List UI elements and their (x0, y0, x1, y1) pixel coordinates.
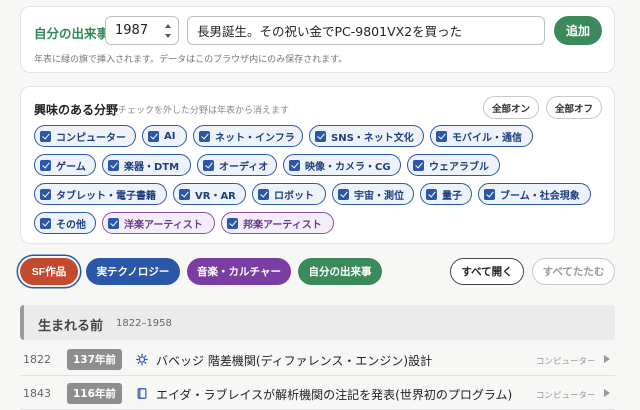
category-personal-button[interactable]: 自分の出来事 (298, 258, 382, 285)
event-form-label: 自分の出来事 (34, 26, 110, 41)
checkbox-icon[interactable] (315, 130, 326, 142)
interest-chip-game[interactable]: ゲーム (34, 154, 96, 176)
row-years-ago-badge: 137年前 (67, 349, 122, 370)
interests-card: 興味のある分野 チェックを外した分野は年表から消えます 全部オン 全部オフ コン… (20, 86, 615, 244)
interest-chip-label: SNS・ネット文化 (331, 132, 414, 144)
checkbox-icon[interactable] (289, 159, 300, 171)
interest-chip-label: ネット・インフラ (215, 132, 295, 144)
checkbox-icon[interactable] (179, 188, 190, 200)
checkbox-icon[interactable] (426, 188, 437, 200)
checkbox-icon[interactable] (40, 217, 51, 229)
timeline-row[interactable]: 1822 137年前 バベッジ 階差機関(ディファレンス・エンジン)設計 コンピ… (20, 344, 615, 376)
stepper-down-icon[interactable] (165, 34, 171, 38)
interest-chip-label: 邦楽アーティスト (243, 219, 322, 231)
expand-arrow-icon[interactable] (604, 355, 610, 363)
all-on-button[interactable]: 全部オン (483, 96, 539, 119)
row-category: コンピューター (536, 357, 596, 367)
row-year: 1822 (23, 353, 51, 366)
interest-chip-other[interactable]: その他 (34, 212, 96, 234)
interest-chip-label: VR・AR (195, 190, 236, 202)
checkbox-icon[interactable] (108, 159, 119, 171)
checkbox-icon[interactable] (40, 159, 51, 171)
row-year: 1843 (23, 387, 51, 400)
interest-chip-tablet[interactable]: タブレット・電子書籍 (34, 183, 167, 205)
interests-subtitle: チェックを外した分野は年表から消えます (118, 106, 290, 116)
expand-arrow-icon[interactable] (604, 389, 610, 397)
interest-chip-ai[interactable]: AI (142, 125, 187, 147)
interest-chip-computer[interactable]: コンピューター (34, 125, 136, 147)
stepper-up-icon[interactable] (165, 24, 171, 28)
interest-chip-space[interactable]: 宇宙・測位 (332, 183, 414, 205)
interest-chip-label: ロボット (274, 190, 314, 202)
interest-chip-wearable[interactable]: ウェアラブル (407, 154, 500, 176)
checkbox-icon[interactable] (338, 188, 349, 200)
interest-chip-label: 楽器・DTM (124, 161, 180, 173)
interest-chip-label: オーディオ (219, 161, 269, 173)
checkbox-icon[interactable] (108, 217, 119, 229)
year-stepper[interactable] (165, 24, 172, 38)
interest-chip-sns[interactable]: SNS・ネット文化 (309, 125, 424, 147)
event-form-note: 年表に緑の旗で挿入されます。データはこのブラウザ内にのみ保存されます。 (34, 55, 348, 65)
personal-event-card: 自分の出来事 追加 年表に緑の旗で挿入されます。データはこのブラウザ内にのみ保存… (20, 6, 615, 73)
interest-chip-boom[interactable]: ブーム・社会現象 (478, 183, 591, 205)
interest-chip-label: 量子 (442, 190, 462, 202)
row-years-ago-badge: 116年前 (67, 383, 122, 404)
row-title: エイダ・ラブレイスが解析機関の注記を発表(世界初のプログラム) (156, 388, 513, 402)
checkbox-icon[interactable] (203, 159, 214, 171)
interest-chip-label: その他 (56, 219, 86, 231)
interest-chip-instrument[interactable]: 楽器・DTM (102, 154, 191, 176)
checkbox-icon[interactable] (40, 188, 51, 200)
interest-chip-robot[interactable]: ロボット (252, 183, 326, 205)
interest-chip-label: 洋楽アーティスト (124, 219, 203, 231)
interest-chip-mobile[interactable]: モバイル・通信 (430, 125, 533, 147)
category-tech-button[interactable]: 実テクノロジー (86, 258, 180, 285)
category-culture-button[interactable]: 音楽・カルチャー (187, 258, 291, 285)
interest-chip-western-artist[interactable]: 洋楽アーティスト (102, 212, 215, 234)
year-input-box[interactable] (105, 16, 179, 45)
checkbox-icon[interactable] (227, 217, 238, 229)
checkbox-icon[interactable] (484, 188, 495, 200)
checkbox-icon[interactable] (413, 159, 424, 171)
all-off-button[interactable]: 全部オフ (546, 96, 602, 119)
timeline-row[interactable]: 1843 116年前 エイダ・ラブレイスが解析機関の注記を発表(世界初のプログラ… (20, 378, 615, 410)
interest-chip-label: AI (164, 130, 176, 142)
interest-chip-net-infra[interactable]: ネット・インフラ (193, 125, 303, 147)
interest-chip-label: モバイル・通信 (452, 132, 522, 144)
interest-chip-label: ウェアラブル (429, 161, 489, 173)
interest-chip-video[interactable]: 映像・カメラ・CG (283, 154, 401, 176)
category-sf-button[interactable]: SF作品 (20, 258, 78, 285)
interest-chip-label: タブレット・電子書籍 (56, 190, 156, 202)
gear-icon (136, 353, 148, 366)
checkbox-icon[interactable] (148, 130, 159, 142)
section-range: 1822–1958 (116, 318, 172, 329)
interest-chip-japanese-artist[interactable]: 邦楽アーティスト (221, 212, 334, 234)
book-icon (137, 388, 147, 399)
event-text-box[interactable] (187, 16, 545, 45)
interest-chip-audio[interactable]: オーディオ (197, 154, 277, 176)
row-title: バベッジ 階差機関(ディファレンス・エンジン)設計 (156, 354, 433, 368)
event-text-input[interactable] (188, 17, 544, 44)
interest-chip-label: 宇宙・測位 (354, 190, 404, 202)
interests-title: 興味のある分野 (34, 103, 119, 117)
checkbox-icon[interactable] (258, 188, 269, 200)
interest-chip-label: ブーム・社会現象 (500, 190, 580, 202)
add-button[interactable]: 追加 (554, 16, 602, 45)
row-category: コンピューター (536, 391, 596, 401)
interest-chip-label: 映像・カメラ・CG (305, 161, 391, 173)
checkbox-icon[interactable] (40, 130, 51, 142)
expand-all-button[interactable]: すべて開く (450, 258, 524, 285)
year-input[interactable] (106, 17, 162, 44)
section-header[interactable]: 生まれる前 1822–1958 (20, 305, 615, 340)
section-title: 生まれる前 (38, 319, 104, 334)
checkbox-icon[interactable] (199, 130, 210, 142)
interest-chip-quantum[interactable]: 量子 (420, 183, 472, 205)
checkbox-icon[interactable] (436, 130, 447, 142)
interest-chip-label: ゲーム (56, 161, 86, 173)
interest-chip-label: コンピューター (56, 132, 126, 144)
collapse-all-button[interactable]: すべてたたむ (532, 258, 615, 285)
interest-chip-vr[interactable]: VR・AR (173, 183, 246, 205)
